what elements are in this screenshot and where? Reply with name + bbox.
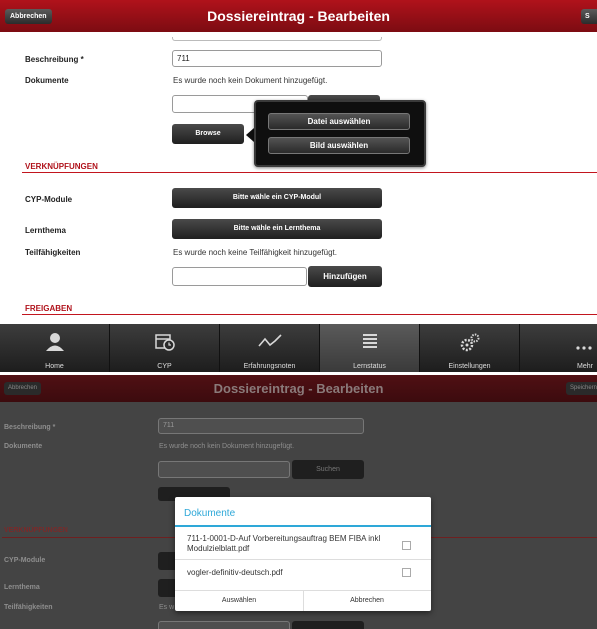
tab-lernstatus[interactable]: Lernstatus xyxy=(320,324,420,372)
teilfaehigkeiten-label: Teilfähigkeiten xyxy=(4,604,53,611)
document-item-name[interactable]: vogler-definitiv-deutsch.pdf xyxy=(187,568,283,578)
section-divider xyxy=(22,314,597,315)
teilfaehigkeiten-label: Teilfähigkeiten xyxy=(25,248,81,257)
beschreibung-input[interactable]: 711 xyxy=(172,50,382,67)
screen-edit-form: Abbrechen Dossiereintrag - Bearbeiten S … xyxy=(0,0,597,372)
select-button[interactable]: Auswählen xyxy=(175,591,303,611)
previous-field-edge xyxy=(172,37,382,41)
dokumente-label: Dokumente xyxy=(25,76,69,85)
cyp-module-select-button[interactable]: Bitte wähle ein CYP-Modul xyxy=(172,188,382,208)
section-divider xyxy=(2,537,175,538)
teilfaehigkeit-input[interactable] xyxy=(172,267,307,286)
list-divider xyxy=(175,559,431,560)
search-button[interactable]: Suchen xyxy=(292,460,364,479)
tab-cyp[interactable]: CYP xyxy=(110,324,220,372)
file-source-popup: Datei auswählen Bild auswählen xyxy=(254,100,426,167)
verknuepfungen-section-title: VERKNÜPFUNGEN xyxy=(4,527,68,534)
tab-label: Home xyxy=(45,363,64,370)
document-item-name-line1: 711-1-0001-D-Auf Vorbereitungsauftrag BE… xyxy=(187,534,381,543)
beschreibung-label: Beschreibung * xyxy=(25,55,84,64)
save-button[interactable]: Speichern xyxy=(566,382,597,395)
person-icon xyxy=(44,332,66,357)
tab-label: CYP xyxy=(157,363,172,370)
dialog-title-divider xyxy=(175,525,431,527)
popup-arrow xyxy=(246,128,254,142)
cyp-module-label: CYP-Module xyxy=(25,195,73,204)
tab-label: Lernstatus xyxy=(353,363,386,370)
dokumente-label: Dokumente xyxy=(4,443,43,450)
tab-label: Einstellungen xyxy=(448,363,491,370)
header-bar: Abbrechen Dossiereintrag - Bearbeiten S xyxy=(0,0,597,32)
calendar-clock-icon xyxy=(154,332,176,357)
add-teilfaehigkeit-button[interactable] xyxy=(292,621,364,629)
cyp-module-select-button[interactable] xyxy=(158,552,175,570)
tab-home[interactable]: Home xyxy=(0,324,110,372)
teilfaehigkeit-input[interactable] xyxy=(158,621,290,629)
dialog-title: Dokumente xyxy=(184,508,236,519)
dokumente-status: Es wurde noch kein Dokument hinzugefügt. xyxy=(159,443,295,450)
lernthema-select-button[interactable] xyxy=(158,579,175,597)
freigaben-section-title: FREIGABEN xyxy=(25,304,73,313)
beschreibung-label: Beschreibung * xyxy=(4,424,56,431)
lernthema-label: Lernthema xyxy=(25,226,66,235)
verknuepfungen-section-title: VERKNÜPFUNGEN xyxy=(25,162,98,171)
tab-mehr[interactable]: Mehr xyxy=(520,324,597,372)
section-divider xyxy=(22,172,597,173)
dokument-search-input[interactable] xyxy=(158,461,290,478)
page-title: Dossiereintrag - Bearbeiten xyxy=(207,8,390,24)
teilfaehigkeiten-status: Es wurde noch keine Teilfähigkeit hinzug… xyxy=(173,248,337,257)
line-chart-icon xyxy=(257,332,283,357)
list-icon xyxy=(360,332,380,357)
browse-button[interactable]: Browse xyxy=(172,124,244,144)
document-checkbox[interactable] xyxy=(402,541,411,550)
tab-label: Erfahrungsnoten xyxy=(243,363,296,370)
documents-dialog: Dokumente 711-1-0001-D-Auf Vorbereitungs… xyxy=(175,497,431,611)
teilfaehigkeiten-status: Es w xyxy=(159,604,175,611)
tab-erfahrungsnoten[interactable]: Erfahrungsnoten xyxy=(220,324,320,372)
document-item-name[interactable]: 711-1-0001-D-Auf Vorbereitungsauftrag BE… xyxy=(187,534,380,554)
document-item-name-line2: Modulzielblatt.pdf xyxy=(187,544,250,553)
header-bar: Abbrechen Dossiereintrag - Bearbeiten Sp… xyxy=(0,375,597,402)
more-dots-icon xyxy=(575,338,593,356)
add-teilfaehigkeit-button[interactable]: Hinzufügen xyxy=(308,266,382,287)
dokumente-status: Es wurde noch kein Dokument hinzugefügt. xyxy=(173,76,328,85)
tab-einstellungen[interactable]: Einstellungen xyxy=(420,324,520,372)
gears-icon xyxy=(459,332,481,357)
cyp-module-label: CYP-Module xyxy=(4,557,46,564)
tab-bar: Home CYP Erfahrungsnoten Lernstatus Eins… xyxy=(0,324,597,372)
file-select-button[interactable]: Datei auswählen xyxy=(268,113,410,130)
dialog-cancel-button[interactable]: Abbrechen xyxy=(303,591,431,611)
page-title: Dossiereintrag - Bearbeiten xyxy=(213,381,384,396)
lernthema-select-button[interactable]: Bitte wähle ein Lernthema xyxy=(172,219,382,239)
beschreibung-input[interactable]: 711 xyxy=(158,418,364,434)
save-button[interactable]: S xyxy=(581,9,597,24)
image-select-button[interactable]: Bild auswählen xyxy=(268,137,410,154)
document-checkbox[interactable] xyxy=(402,568,411,577)
tab-label: Mehr xyxy=(577,363,593,370)
screen-documents-dialog: Abbrechen Dossiereintrag - Bearbeiten Sp… xyxy=(0,375,597,629)
lernthema-label: Lernthema xyxy=(4,584,40,591)
section-divider xyxy=(431,537,597,538)
